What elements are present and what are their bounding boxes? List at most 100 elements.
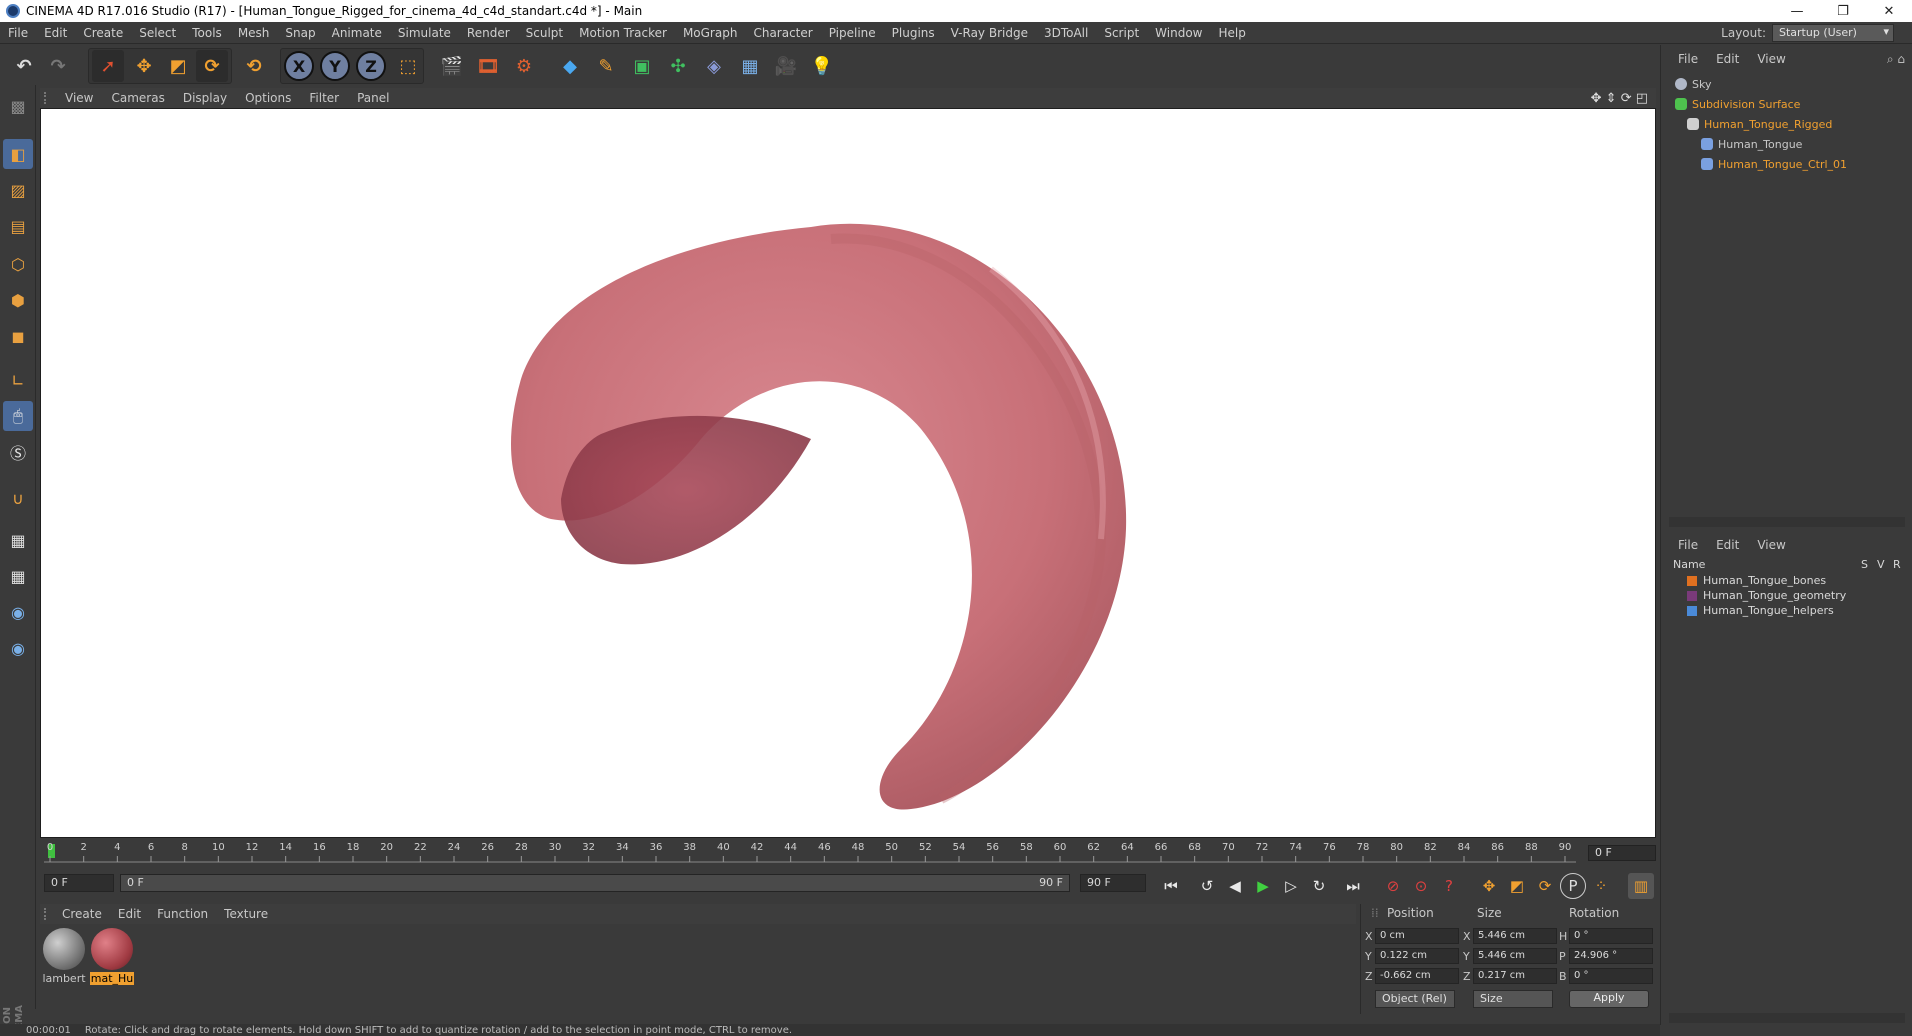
material-menu-edit[interactable]: Edit [110,907,149,921]
object-row-sky[interactable]: Sky [1669,75,1905,93]
go-to-start-icon[interactable]: ⏮ [1158,873,1184,899]
restore-button[interactable]: ❐ [1820,0,1866,22]
polygons-mode-icon[interactable]: ◼ [3,321,33,351]
subdivision-generator-icon[interactable]: ▣ [626,50,658,82]
menu-motion-tracker[interactable]: Motion Tracker [571,26,675,40]
scale-tool-icon[interactable]: ◩ [162,50,194,82]
frame-range-slider[interactable]: 0 F 90 F [120,874,1070,892]
python-script-icon[interactable]: ◉ [3,597,33,627]
menu-help[interactable]: Help [1210,26,1253,40]
menu-window[interactable]: Window [1147,26,1210,40]
keyframe-selection-icon[interactable]: ? [1436,873,1462,899]
render-picture-viewer-icon[interactable]: 🎞 [472,50,504,82]
recent-tool-icon[interactable]: ⟲ [238,50,270,82]
rotation-h-field[interactable]: 0 ° [1569,928,1653,944]
next-frame-icon[interactable]: ▷ [1278,873,1304,899]
viewport-nav-icons[interactable]: ✥ ⇕ ⟳ ◰ [1591,91,1656,106]
light-icon[interactable]: 💡 [806,50,838,82]
layer-menu-file[interactable]: File [1669,538,1707,552]
key-pla-icon[interactable]: ⁘ [1588,873,1614,899]
y-axis-lock-button[interactable]: Y [320,51,350,81]
viewport-menu-options[interactable]: Options [236,91,300,105]
current-frame-field[interactable]: 0 F [1588,845,1656,861]
menu-simulate[interactable]: Simulate [390,26,459,40]
menu-edit[interactable]: Edit [36,26,75,40]
move-tool-icon[interactable]: ✥ [128,50,160,82]
position-z-field[interactable]: -0.662 cm [1375,968,1459,984]
object-row-human-tongue[interactable]: Human_Tongue [1669,135,1905,153]
layer-menu-view[interactable]: View [1748,538,1794,552]
menu-plugins[interactable]: Plugins [884,26,943,40]
go-to-end-icon[interactable]: ⏭ [1340,873,1366,899]
texture-mode-icon[interactable]: ▨ [3,175,33,205]
apply-button[interactable]: Apply [1569,990,1649,1008]
material-menu-create[interactable]: Create [54,907,110,921]
object-manager-scrollbar[interactable] [1669,517,1905,527]
start-frame-field[interactable]: 0 F [44,874,114,892]
z-axis-lock-button[interactable]: Z [356,51,386,81]
object-menu-edit[interactable]: Edit [1707,52,1748,66]
model-mode-icon[interactable]: ◧ [3,139,33,169]
size-y-field[interactable]: 5.446 cm [1473,948,1557,964]
menu-render[interactable]: Render [459,26,518,40]
points-mode-icon[interactable]: ⬡ [3,249,33,279]
menu-snap[interactable]: Snap [277,26,323,40]
viewport-menu-filter[interactable]: Filter [300,91,348,105]
end-frame-field[interactable]: 90 F [1080,874,1146,892]
rotate-tool-icon[interactable]: ⟳ [196,50,228,82]
edges-mode-icon[interactable]: ⬢ [3,285,33,315]
viewport-menu-display[interactable]: Display [174,91,236,105]
timeline-ruler[interactable]: 0 2 4 6 8 10 12 14 16 18 20 22 24 26 28 30 32 34 36 38 40 42 4… [40,840,1656,870]
object-row-human-tongue-rigged[interactable]: Human_Tongue_Rigged [1669,115,1905,133]
workplane-icon[interactable]: ▤ [3,211,33,241]
timeline-window-icon[interactable]: ▥ [1628,873,1654,899]
object-menu-file[interactable]: File [1669,52,1707,66]
make-editable-icon[interactable]: ▩ [3,91,33,121]
layer-row-helpers[interactable]: Human_Tongue_helpers [1669,603,1905,618]
menu-mograph[interactable]: MoGraph [675,26,746,40]
key-rotation-icon[interactable]: ⟳ [1532,873,1558,899]
autokeying-icon[interactable]: ⊙ [1408,873,1434,899]
play-icon[interactable]: ▶ [1250,873,1276,899]
rotation-b-field[interactable]: 0 ° [1569,968,1653,984]
cube-primitive-icon[interactable]: ◆ [554,50,586,82]
material-swatch-mat-hu[interactable]: mat_Hu [90,928,134,985]
key-parameter-icon[interactable]: P [1560,873,1586,899]
menu-select[interactable]: Select [131,26,184,40]
position-x-field[interactable]: 0 cm [1375,928,1459,944]
menu-create[interactable]: Create [75,26,131,40]
pen-spline-icon[interactable]: ✎ [590,50,622,82]
next-key-icon[interactable]: ↻ [1306,873,1332,899]
size-mode-dropdown[interactable]: Size [1473,990,1553,1008]
key-position-icon[interactable]: ✥ [1476,873,1502,899]
object-row-human-tongue-ctrl[interactable]: Human_Tongue_Ctrl_01 [1669,155,1905,173]
render-view-icon[interactable]: 🎬 [436,50,468,82]
menu-vray-bridge[interactable]: V-Ray Bridge [943,26,1036,40]
record-keys-icon[interactable]: ⊘ [1380,873,1406,899]
layer-row-geometry[interactable]: Human_Tongue_geometry [1669,588,1905,603]
layer-menu-edit[interactable]: Edit [1707,538,1748,552]
material-swatch-lambert[interactable]: lambert [42,928,86,985]
object-row-subdivision-surface[interactable]: Subdivision Surface [1669,95,1905,113]
viewport-menu-panel[interactable]: Panel [348,91,398,105]
material-menu-texture[interactable]: Texture [216,907,276,921]
size-z-field[interactable]: 0.217 cm [1473,968,1557,984]
viewport-menu-view[interactable]: View [56,91,102,105]
undo-icon[interactable]: ↶ [8,50,40,82]
minimize-button[interactable]: — [1774,0,1820,22]
menu-character[interactable]: Character [745,26,820,40]
lock-workplane-icon[interactable]: ▦ [3,525,33,555]
menu-pipeline[interactable]: Pipeline [821,26,884,40]
menu-animate[interactable]: Animate [324,26,390,40]
floor-scene-icon[interactable]: ▦ [734,50,766,82]
previous-frame-icon[interactable]: ◀ [1222,873,1248,899]
redo-icon[interactable]: ↷ [42,50,74,82]
object-manager-search-icon[interactable]: ⌕ ⌂ [1887,52,1905,67]
solo-mode-icon[interactable]: Ⓢ [3,437,33,467]
size-x-field[interactable]: 5.446 cm [1473,928,1557,944]
axis-mode-icon[interactable]: ∟ [3,365,33,395]
menu-script[interactable]: Script [1096,26,1147,40]
3d-viewport[interactable] [40,108,1656,838]
deformer-icon[interactable]: ◈ [698,50,730,82]
viewport-menu-cameras[interactable]: Cameras [102,91,173,105]
